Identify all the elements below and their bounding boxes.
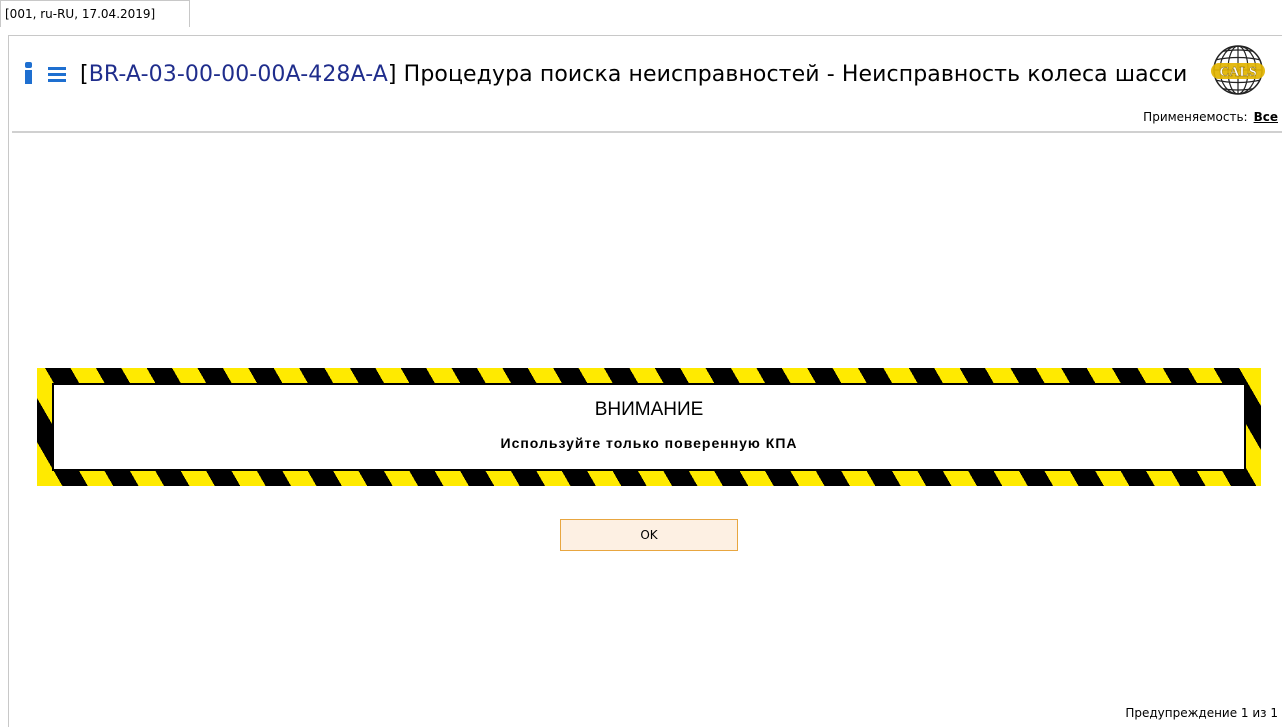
info-icon[interactable] — [22, 60, 36, 88]
warning-counter: Предупреждение 1 из 1 — [1125, 706, 1278, 720]
svg-text:CALS: CALS — [1219, 65, 1257, 80]
warning-text: Используйте только поверенную КПА — [500, 435, 798, 451]
document-tab[interactable]: [001, ru-RU, 17.04.2019] — [0, 0, 190, 27]
ok-button[interactable]: OK — [560, 519, 738, 551]
applicability-label: Применяемость: — [1143, 110, 1248, 124]
bracket-close: ] — [387, 61, 397, 87]
bracket-open: [ — [80, 61, 89, 87]
menu-icon[interactable] — [48, 66, 66, 82]
warning-content: ВНИМАНИЕ Используйте только поверенную К… — [52, 383, 1246, 471]
header: [BR-A-03-00-00-00A-428A-A] Процедура пои… — [22, 56, 1187, 92]
applicability-value-link[interactable]: Все — [1254, 110, 1278, 124]
applicability: Применяемость: Все — [1143, 110, 1278, 124]
warning-title: ВНИМАНИЕ — [594, 399, 704, 420]
header-divider — [12, 131, 1282, 133]
page: [001, ru-RU, 17.04.2019] [BR-A-03-00-00-… — [0, 0, 1282, 727]
doc-code: BR-A-03-00-00-00A-428A-A — [88, 61, 388, 87]
page-title: [BR-A-03-00-00-00A-428A-A] Процедура пои… — [80, 62, 1187, 87]
ok-button-label: OK — [640, 528, 658, 542]
document-tab-label: [001, ru-RU, 17.04.2019] — [5, 7, 156, 21]
warning-box: ВНИМАНИЕ Используйте только поверенную К… — [37, 368, 1261, 486]
doc-title-text: Процедура поиска неисправностей - Неиспр… — [396, 61, 1188, 87]
cals-globe-logo: CALS — [1205, 43, 1271, 97]
